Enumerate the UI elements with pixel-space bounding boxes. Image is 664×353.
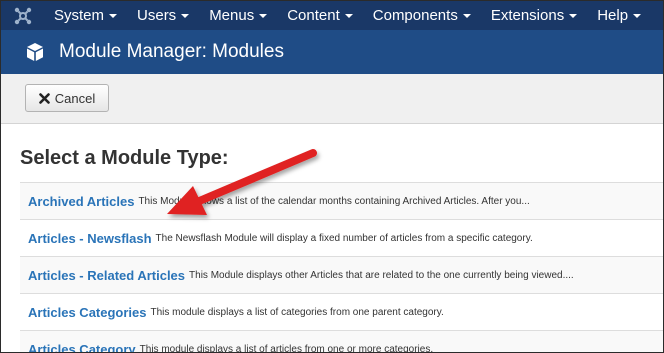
module-link-archived-articles[interactable]: Archived Articles	[28, 194, 134, 209]
caret-down-icon	[259, 13, 268, 18]
menu-label: Menus	[209, 7, 255, 24]
list-item: Archived Articles This Module shows a li…	[20, 182, 663, 219]
module-description: This Module shows a list of the calendar…	[138, 195, 530, 207]
list-item: Articles Categories This module displays…	[20, 293, 663, 330]
caret-down-icon	[569, 13, 578, 18]
menu-system[interactable]: System	[44, 1, 127, 30]
menu-extensions[interactable]: Extensions	[481, 1, 587, 30]
module-link-articles-category[interactable]: Articles Category	[28, 342, 136, 353]
menu-components[interactable]: Components	[363, 1, 481, 30]
cancel-label: Cancel	[54, 90, 96, 106]
section-heading: Select a Module Type:	[20, 147, 229, 169]
menu-content[interactable]: Content	[277, 1, 363, 30]
toolbar: Cancel	[1, 74, 663, 124]
menu-label: Help	[597, 7, 629, 24]
joomla-logo-icon[interactable]	[12, 5, 34, 27]
list-item: Articles Category This module displays a…	[20, 330, 663, 353]
module-description: This module displays a list of articles …	[139, 343, 434, 353]
module-link-articles-newsflash[interactable]: Articles - Newsflash	[28, 231, 152, 246]
caret-down-icon	[344, 13, 353, 18]
page-title: Module Manager: Modules	[59, 41, 284, 62]
module-link-articles-categories[interactable]: Articles Categories	[28, 305, 147, 320]
menu-menus[interactable]: Menus	[199, 1, 277, 30]
caret-down-icon	[633, 13, 642, 18]
menu-label: Extensions	[490, 7, 565, 24]
caret-down-icon	[109, 13, 118, 18]
module-description: This Module displays other Articles that…	[189, 269, 574, 281]
page-header: Module Manager: Modules	[1, 30, 663, 74]
module-link-articles-related-articles[interactable]: Articles - Related Articles	[28, 268, 185, 283]
app-window: System Users Menus Content Components Ex…	[0, 0, 664, 353]
cancel-button[interactable]: Cancel	[25, 84, 109, 112]
menu-help[interactable]: Help	[587, 1, 651, 30]
module-description: This module displays a list of categorie…	[150, 306, 444, 318]
menu-label: Users	[137, 7, 177, 24]
close-icon	[38, 92, 50, 104]
module-description: The Newsflash Module will display a fixe…	[155, 232, 533, 244]
menu-label: Components	[372, 7, 458, 24]
top-navbar: System Users Menus Content Components Ex…	[1, 1, 663, 30]
menu-label: System	[54, 7, 105, 24]
list-item: Articles - Related Articles This Module …	[20, 256, 663, 293]
list-item: Articles - Newsflash The Newsflash Modul…	[20, 219, 663, 256]
menu-users[interactable]: Users	[127, 1, 199, 30]
caret-down-icon	[462, 13, 471, 18]
cube-icon	[25, 42, 45, 62]
menu-label: Content	[287, 7, 340, 24]
module-type-list: Archived Articles This Module shows a li…	[20, 182, 663, 353]
caret-down-icon	[181, 13, 190, 18]
